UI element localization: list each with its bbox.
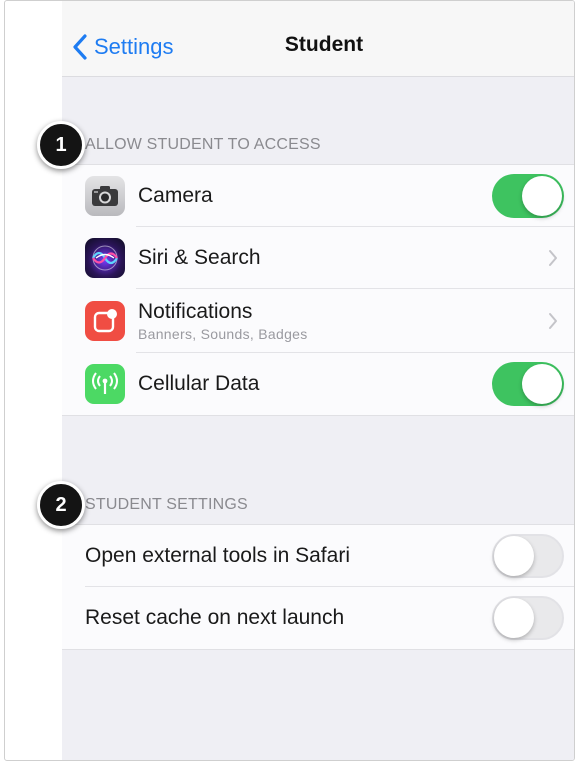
camera-row: Camera xyxy=(62,165,574,227)
cellular-data-label: Cellular Data xyxy=(138,372,260,395)
open-external-tools-label: Open external tools in Safari xyxy=(85,544,350,567)
page-title: Student xyxy=(284,33,364,56)
screenshot-frame: Settings Student ALLOW STUDENT TO ACCESS xyxy=(4,0,575,761)
camera-label: Camera xyxy=(138,184,213,207)
open-external-tools-row: Open external tools in Safari xyxy=(62,525,574,587)
callout-marker-2: 2 xyxy=(37,481,85,529)
notifications-sublabel: Banners, Sounds, Badges xyxy=(138,326,308,342)
siri-search-row[interactable]: Siri & Search xyxy=(62,227,574,289)
open-external-tools-toggle[interactable] xyxy=(492,534,564,578)
section-header-student-settings: STUDENT SETTINGS xyxy=(85,496,248,513)
camera-toggle[interactable] xyxy=(492,174,564,218)
reset-cache-row: Reset cache on next launch xyxy=(62,587,574,649)
notifications-label: Notifications xyxy=(138,300,253,323)
student-settings-group: Open external tools in Safari Reset cach… xyxy=(62,524,574,650)
navigation-bar: Settings Student xyxy=(62,1,574,77)
siri-icon xyxy=(85,238,125,278)
reset-cache-toggle[interactable] xyxy=(492,596,564,640)
notifications-icon xyxy=(85,301,125,341)
callout-marker-1: 1 xyxy=(37,121,85,169)
chevron-right-icon xyxy=(549,313,557,329)
allow-access-group: Camera Siri & Search Notifications Banne… xyxy=(62,164,574,416)
camera-icon xyxy=(85,176,125,216)
section-header-allow-access: ALLOW STUDENT TO ACCESS xyxy=(85,136,321,153)
cellular-data-row: Cellular Data xyxy=(62,353,574,415)
settings-screen: Settings Student ALLOW STUDENT TO ACCESS xyxy=(62,1,574,760)
reset-cache-label: Reset cache on next launch xyxy=(85,606,345,629)
chevron-right-icon xyxy=(549,250,557,266)
cellular-data-icon xyxy=(85,364,125,404)
siri-search-label: Siri & Search xyxy=(138,246,261,269)
cellular-data-toggle[interactable] xyxy=(492,362,564,406)
notifications-row[interactable]: Notifications Banners, Sounds, Badges xyxy=(62,289,574,353)
